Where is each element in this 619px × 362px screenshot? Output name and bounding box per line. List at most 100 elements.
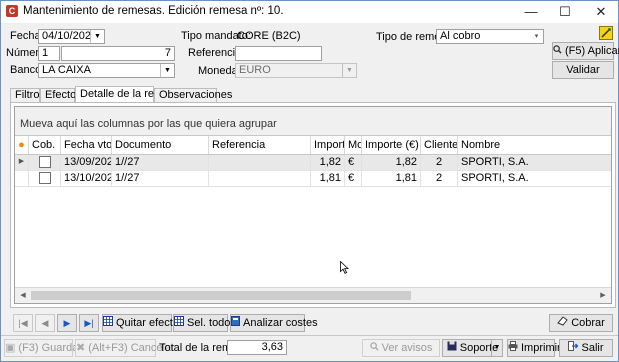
sel-todos-label: Sel. todos	[187, 317, 236, 329]
first-record-button[interactable]: |◀	[13, 314, 33, 332]
grid-icon	[174, 315, 184, 331]
cell-moneda: €	[345, 171, 362, 186]
chevron-down-icon[interactable]: ▼	[160, 64, 174, 77]
tab-efectos[interactable]: Efectos	[40, 88, 82, 102]
scroll-left-icon[interactable]: ◀	[16, 289, 30, 302]
col-cliente[interactable]: Cliente	[421, 136, 458, 154]
imprimir-label: Imprimir	[521, 342, 561, 354]
wizard-icon[interactable]	[599, 26, 613, 40]
guardar-label: (F3) Guardar	[18, 342, 82, 354]
cell-referencia	[209, 155, 311, 170]
validar-button[interactable]: Validar	[552, 61, 614, 79]
table-row[interactable]: ▶ 13/09/2022 1//27 1,82 € 1,82 2 SPORTI,…	[15, 155, 611, 171]
cell-fecha: 13/09/2022	[61, 155, 112, 170]
cobrar-label: Cobrar	[571, 317, 605, 329]
row-selector-icon: ▶	[15, 155, 29, 170]
cob-checkbox[interactable]	[38, 156, 51, 168]
fecha-value: 04/10/2022	[42, 30, 98, 42]
cancelar-button[interactable]: ✖ (Alt+F3) Cancelar	[75, 339, 175, 357]
cell-importe: 1,81	[311, 171, 345, 186]
fecha-field[interactable]: 04/10/2022 ▼	[38, 29, 105, 44]
cob-checkbox-cell[interactable]	[29, 155, 61, 170]
col-referencia[interactable]: Referencia	[209, 136, 311, 154]
cob-checkbox[interactable]	[38, 172, 51, 184]
col-documento[interactable]: Documento	[112, 136, 209, 154]
col-nombre[interactable]: Nombre	[458, 136, 611, 154]
cell-importe-eur: 1,81	[362, 171, 421, 186]
imprimir-button[interactable]: Imprimir	[507, 339, 561, 357]
minimize-button[interactable]: —	[514, 1, 548, 23]
group-by-bar[interactable]: Mueva aquí las columnas por las que quie…	[15, 107, 611, 136]
row-indicator-header[interactable]: ●	[15, 136, 29, 154]
printer-icon	[508, 340, 518, 356]
cell-referencia	[209, 171, 311, 186]
banco-select[interactable]: LA CAIXA ▼	[38, 63, 175, 78]
app-icon: C	[6, 5, 18, 17]
chevron-down-icon[interactable]: ▼	[90, 30, 104, 43]
cell-moneda: €	[345, 155, 362, 170]
efectos-grid: Mueva aquí las columnas por las que quie…	[14, 106, 612, 304]
col-importe-eur[interactable]: Importe (€)	[362, 136, 421, 154]
tipo-mandato-value: CORE (B2C)	[237, 30, 301, 42]
row-selector	[15, 171, 29, 186]
chevron-down-icon[interactable]: ▼	[342, 64, 356, 77]
maximize-button[interactable]: ☐	[548, 1, 582, 23]
soporte-button[interactable]: Soporte ▼	[442, 339, 503, 357]
next-record-button[interactable]: ▶	[57, 314, 77, 332]
banco-value: LA CAIXA	[42, 64, 91, 76]
aplicar-label: (F5) Aplicar	[565, 45, 619, 57]
close-button[interactable]: ✕	[584, 1, 618, 23]
moneda-value: EURO	[239, 64, 271, 76]
exit-icon	[568, 340, 579, 356]
title-bar: C Mantenimiento de remesas. Edición reme…	[1, 1, 618, 23]
eraser-icon	[557, 315, 568, 331]
tipo-remesa-select[interactable]: Al cobro ▾	[436, 29, 544, 44]
cell-nombre: SPORTI, S.A.	[461, 156, 529, 168]
col-cob[interactable]: Cob.	[29, 136, 61, 154]
horizontal-scrollbar[interactable]: ◀ ▶	[15, 287, 611, 303]
col-fecha-vto[interactable]: Fecha vto.	[61, 136, 112, 154]
col-moneda[interactable]: Mo	[345, 136, 362, 154]
cell-nombre: SPORTI, S.A.	[461, 172, 529, 184]
cell-fecha: 13/10/2022	[61, 171, 112, 186]
total-remesa-field: 3,63	[227, 340, 287, 355]
tab-observaciones[interactable]: Observaciones	[154, 88, 232, 102]
floppy-icon	[447, 340, 457, 356]
chevron-down-icon[interactable]: ▾	[530, 30, 543, 43]
chevron-down-icon[interactable]: ▼	[491, 340, 502, 356]
tab-detalle-remesa[interactable]: Detalle de la remesa	[75, 86, 181, 103]
search-icon	[553, 43, 562, 59]
numero-field[interactable]: 7	[61, 46, 175, 61]
scrollbar-thumb[interactable]	[31, 291, 411, 300]
sel-todos-button[interactable]: Sel. todos	[173, 314, 236, 332]
salir-label: Salir	[581, 342, 604, 354]
cobrar-button[interactable]: Cobrar	[549, 314, 613, 332]
remesa-window: C Mantenimiento de remesas. Edición reme…	[0, 0, 619, 362]
cell-cliente: 2	[421, 155, 458, 170]
last-record-button[interactable]: ▶|	[79, 314, 99, 332]
quitar-efectos-button[interactable]: Quitar efectos	[102, 314, 184, 332]
col-importe[interactable]: Importe	[311, 136, 345, 154]
floppy-icon: ▣	[5, 342, 16, 355]
referencia-field[interactable]	[235, 46, 322, 61]
cancel-icon: ✖	[76, 342, 86, 355]
cell-documento: 1//27	[112, 171, 209, 186]
ver-avisos-button[interactable]: Ver avisos	[362, 339, 440, 357]
guardar-button[interactable]: ▣ (F3) Guardar	[4, 339, 82, 357]
grid-icon	[103, 315, 113, 331]
cell-cliente: 2	[421, 171, 458, 186]
cob-checkbox-cell[interactable]	[29, 171, 61, 186]
aplicar-button[interactable]: (F5) Aplicar	[552, 42, 619, 60]
tipo-remesa-value: Al cobro	[440, 30, 481, 42]
analizar-costes-label: Analizar costes	[243, 317, 318, 329]
analizar-costes-button[interactable]: Analizar costes	[230, 314, 318, 332]
window-title: Mantenimiento de remesas. Edición remesa…	[23, 5, 284, 17]
scroll-right-icon[interactable]: ▶	[596, 289, 610, 302]
grid-header: ● Cob. Fecha vto. Documento Referencia I…	[15, 136, 611, 155]
numero-serie-field[interactable]: 1	[38, 46, 60, 61]
moneda-select[interactable]: EURO ▼	[235, 63, 357, 78]
prev-record-button[interactable]: ◀	[35, 314, 55, 332]
tab-filtros[interactable]: Filtros	[10, 88, 45, 102]
table-row[interactable]: 13/10/2022 1//27 1,81 € 1,81 2 SPORTI, S…	[15, 171, 611, 187]
salir-button[interactable]: Salir	[559, 339, 613, 357]
